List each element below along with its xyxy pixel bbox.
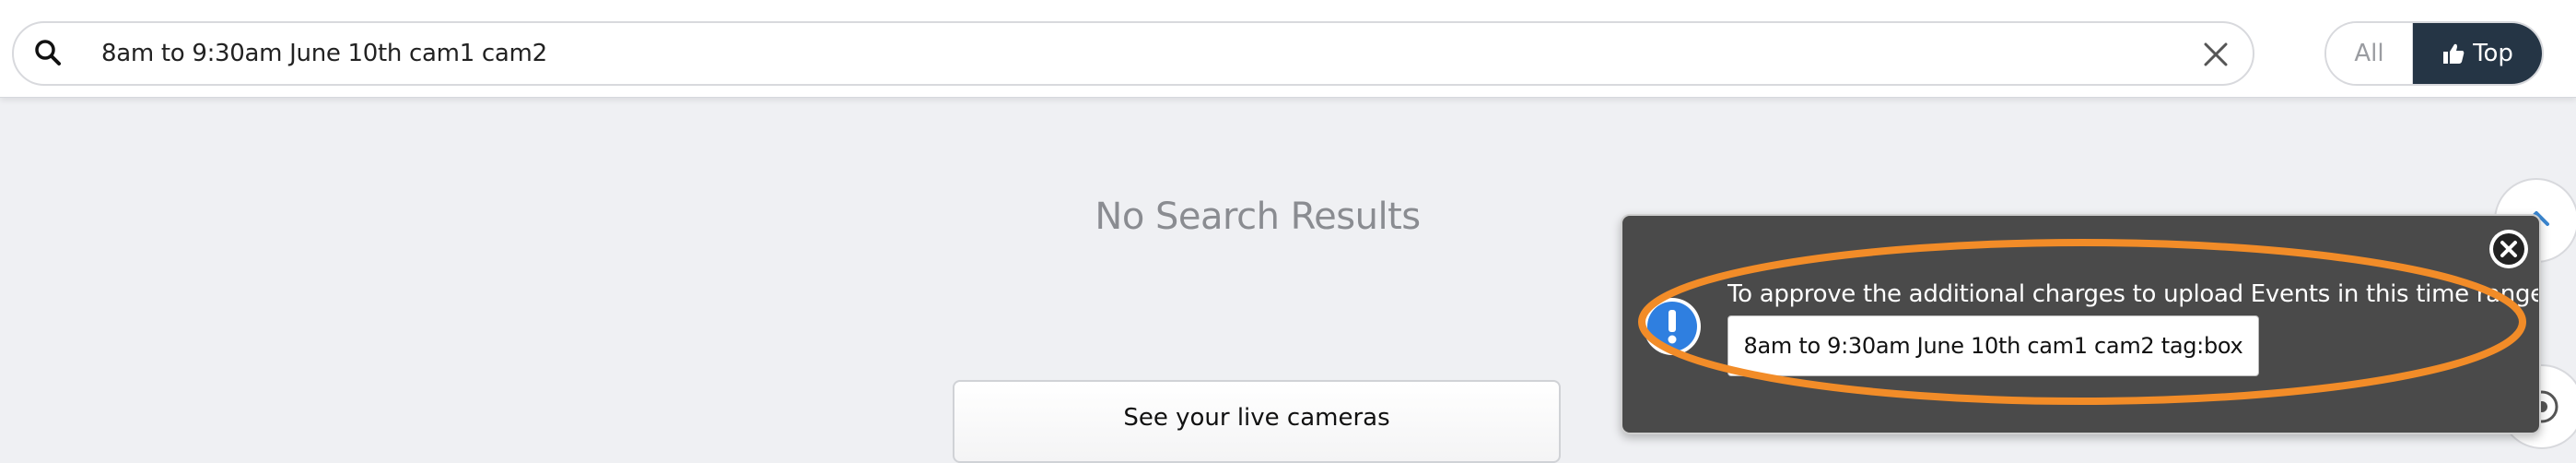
filter-toggle: All Top: [2324, 21, 2544, 86]
filter-top-label: Top: [2473, 40, 2513, 67]
see-live-cameras-label: See your live cameras: [1123, 404, 1390, 432]
notification-toast: To approve the additional charges to upl…: [1621, 214, 2541, 434]
toast-message: To approve the additional charges to upl…: [1727, 280, 2538, 308]
close-circle-icon[interactable]: [2487, 227, 2531, 271]
filter-all-label: All: [2354, 40, 2384, 67]
top-bar: All Top: [0, 0, 2576, 98]
thumbs-up-icon: [2443, 43, 2465, 64]
search-box[interactable]: [12, 21, 2254, 86]
info-icon: [1644, 298, 1701, 355]
search-icon: [35, 40, 61, 65]
search-input[interactable]: [101, 32, 2128, 75]
filter-all-button[interactable]: All: [2326, 23, 2413, 84]
close-icon[interactable]: [2197, 36, 2234, 73]
see-live-cameras-button[interactable]: See your live cameras: [953, 380, 1561, 463]
filter-top-button[interactable]: Top: [2413, 23, 2542, 84]
approve-upload-label: 8am to 9:30am June 10th cam1 cam2 tag:bo…: [1743, 333, 2243, 359]
approve-upload-button[interactable]: 8am to 9:30am June 10th cam1 cam2 tag:bo…: [1727, 315, 2259, 376]
